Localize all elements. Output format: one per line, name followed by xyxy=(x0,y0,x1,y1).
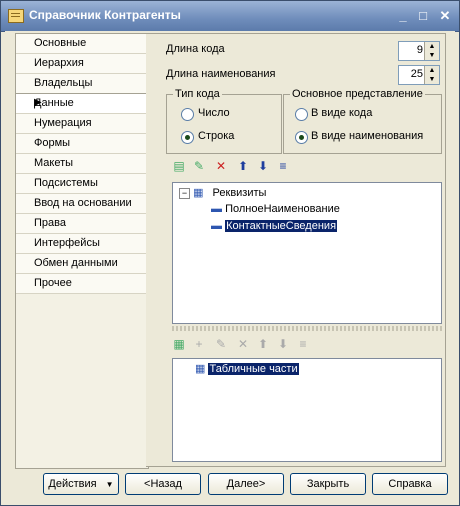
nav-label: Ввод на основании xyxy=(34,197,132,209)
radio-by-code-label: В виде кода xyxy=(311,107,373,119)
nav-item-owners[interactable]: Владельцы xyxy=(16,74,148,94)
radio-number[interactable] xyxy=(181,108,194,121)
code-length-value: 9 xyxy=(416,44,423,56)
nav-label: Формы xyxy=(34,137,71,149)
nav-label: Права xyxy=(34,217,66,229)
sort-icon[interactable]: ≡ xyxy=(275,158,291,174)
move-down-icon[interactable]: ⬇ xyxy=(255,158,271,174)
table-move-down-icon: ⬇ xyxy=(277,337,289,351)
back-button[interactable]: <Назад xyxy=(125,473,201,495)
code-type-group: Тип кода xyxy=(166,88,282,154)
catalog-icon xyxy=(8,9,24,23)
nav-item-input-by-basis[interactable]: Ввод на основании xyxy=(16,194,148,214)
nav-label: Владельцы xyxy=(34,77,93,89)
dialog-body: Основные Иерархия Владельцы ▶ Данные Нуме… xyxy=(5,31,455,501)
code-length-label: Длина кода xyxy=(166,43,225,55)
delete-requisite-icon[interactable]: ✕ xyxy=(213,158,229,174)
add-table-icon[interactable]: ▦ xyxy=(171,336,187,352)
code-length-spinner[interactable]: 9 ▲ ▼ xyxy=(398,41,440,61)
spinner-arrows-icon[interactable]: ▲ ▼ xyxy=(424,42,439,60)
attribute-icon: ▬ xyxy=(211,220,222,232)
code-type-legend: Тип кода xyxy=(175,88,220,100)
actions-label: Действия xyxy=(48,478,97,490)
actions-button[interactable]: Действия ▼ xyxy=(43,473,119,495)
move-up-icon[interactable]: ⬆ xyxy=(235,158,251,174)
nav-label: Подсистемы xyxy=(34,177,98,189)
section-list: Основные Иерархия Владельцы ▶ Данные Нуме… xyxy=(15,33,149,469)
tree-item-full-name[interactable]: ▬ ПолноеНаименование xyxy=(211,203,340,215)
spinner-arrows-icon[interactable]: ▲ ▼ xyxy=(424,66,439,84)
radio-by-name-label: В виде наименования xyxy=(311,130,424,142)
requisites-icon: ▦ xyxy=(193,187,204,199)
nav-item-interfaces[interactable]: Интерфейсы xyxy=(16,234,148,254)
main-view-group: Основное представление xyxy=(283,88,442,154)
name-length-value: 25 xyxy=(410,68,423,80)
next-button[interactable]: Далее> xyxy=(208,473,284,495)
nav-label: Данные xyxy=(34,97,74,109)
nav-label: Интерфейсы xyxy=(34,237,100,249)
requisites-tree[interactable]: − ▦ Реквизиты ▬ ПолноеНаименование ▬ Кон… xyxy=(172,182,442,324)
add-requisite-icon[interactable]: ▤ xyxy=(171,158,187,174)
nav-label: Нумерация xyxy=(34,117,92,129)
nav-item-other[interactable]: Прочее xyxy=(16,274,148,294)
nav-item-basic[interactable]: Основные xyxy=(16,34,148,54)
tree-root-label: Реквизиты xyxy=(212,187,267,199)
nav-item-forms[interactable]: Формы xyxy=(16,134,148,154)
radio-string-label: Строка xyxy=(198,130,235,142)
nav-item-subsystems[interactable]: Подсистемы xyxy=(16,174,148,194)
dropdown-arrow-icon: ▼ xyxy=(105,480,114,489)
main-view-legend: Основное представление xyxy=(292,88,423,100)
nav-label: Прочее xyxy=(34,277,72,289)
nav-label: Основные xyxy=(34,37,87,49)
maximize-button[interactable]: □ xyxy=(415,8,431,23)
nav-item-data[interactable]: ▶ Данные xyxy=(16,93,148,114)
tree-root-tables[interactable]: ▦ Табличные части xyxy=(195,362,300,376)
help-button[interactable]: Справка xyxy=(372,473,448,495)
table-move-up-icon: ⬆ xyxy=(257,337,269,351)
radio-by-name[interactable] xyxy=(295,131,308,144)
tree-item-contact-info[interactable]: ▬ КонтактныеСведения xyxy=(211,219,339,233)
splitter-handle[interactable] xyxy=(172,326,442,331)
nav-item-data-exchange[interactable]: Обмен данными xyxy=(16,254,148,274)
close-button[interactable]: Закрыть xyxy=(290,473,366,495)
edit-table-icon: ✎ xyxy=(215,337,227,351)
minimize-button[interactable]: _ xyxy=(395,8,411,23)
radio-by-code[interactable] xyxy=(295,108,308,121)
collapse-icon[interactable]: − xyxy=(179,188,190,199)
name-length-label: Длина наименования xyxy=(166,68,276,80)
tables-root-label: Табличные части xyxy=(207,362,300,376)
nav-label: Иерархия xyxy=(34,57,84,69)
nav-item-hierarchy[interactable]: Иерархия xyxy=(16,54,148,74)
radio-string[interactable] xyxy=(181,131,194,144)
nav-label: Макеты xyxy=(34,157,74,169)
nav-item-rights[interactable]: Права xyxy=(16,214,148,234)
nav-label: Обмен данными xyxy=(34,257,118,269)
title-bar[interactable]: Справочник Контрагенты _ □ ✕ xyxy=(1,1,459,32)
attribute-icon: ▬ xyxy=(211,203,222,215)
nav-item-templates[interactable]: Макеты xyxy=(16,154,148,174)
data-panel: Длина кода 9 ▲ ▼ Длина наименования 25 ▲ ▼… xyxy=(146,33,446,467)
tree-item-label: ПолноеНаименование xyxy=(225,203,340,215)
edit-requisite-icon[interactable]: ✎ xyxy=(191,158,207,174)
delete-table-icon: ✕ xyxy=(237,337,249,351)
nav-item-numbering[interactable]: Нумерация xyxy=(16,114,148,134)
window: Справочник Контрагенты _ □ ✕ Основные Ие… xyxy=(0,0,460,506)
table-sort-icon: ≡ xyxy=(299,337,307,351)
name-length-spinner[interactable]: 25 ▲ ▼ xyxy=(398,65,440,85)
tables-tree[interactable]: ▦ Табличные части xyxy=(172,358,442,462)
add-table-column-icon: + xyxy=(195,337,203,351)
close-window-button[interactable]: ✕ xyxy=(437,8,453,23)
table-parts-icon: ▦ xyxy=(195,363,206,375)
tree-item-label: КонтактныеСведения xyxy=(224,219,339,233)
tree-root-requisites[interactable]: − ▦ Реквизиты xyxy=(179,186,266,199)
window-title: Справочник Контрагенты xyxy=(29,8,181,22)
radio-number-label: Число xyxy=(198,107,230,119)
